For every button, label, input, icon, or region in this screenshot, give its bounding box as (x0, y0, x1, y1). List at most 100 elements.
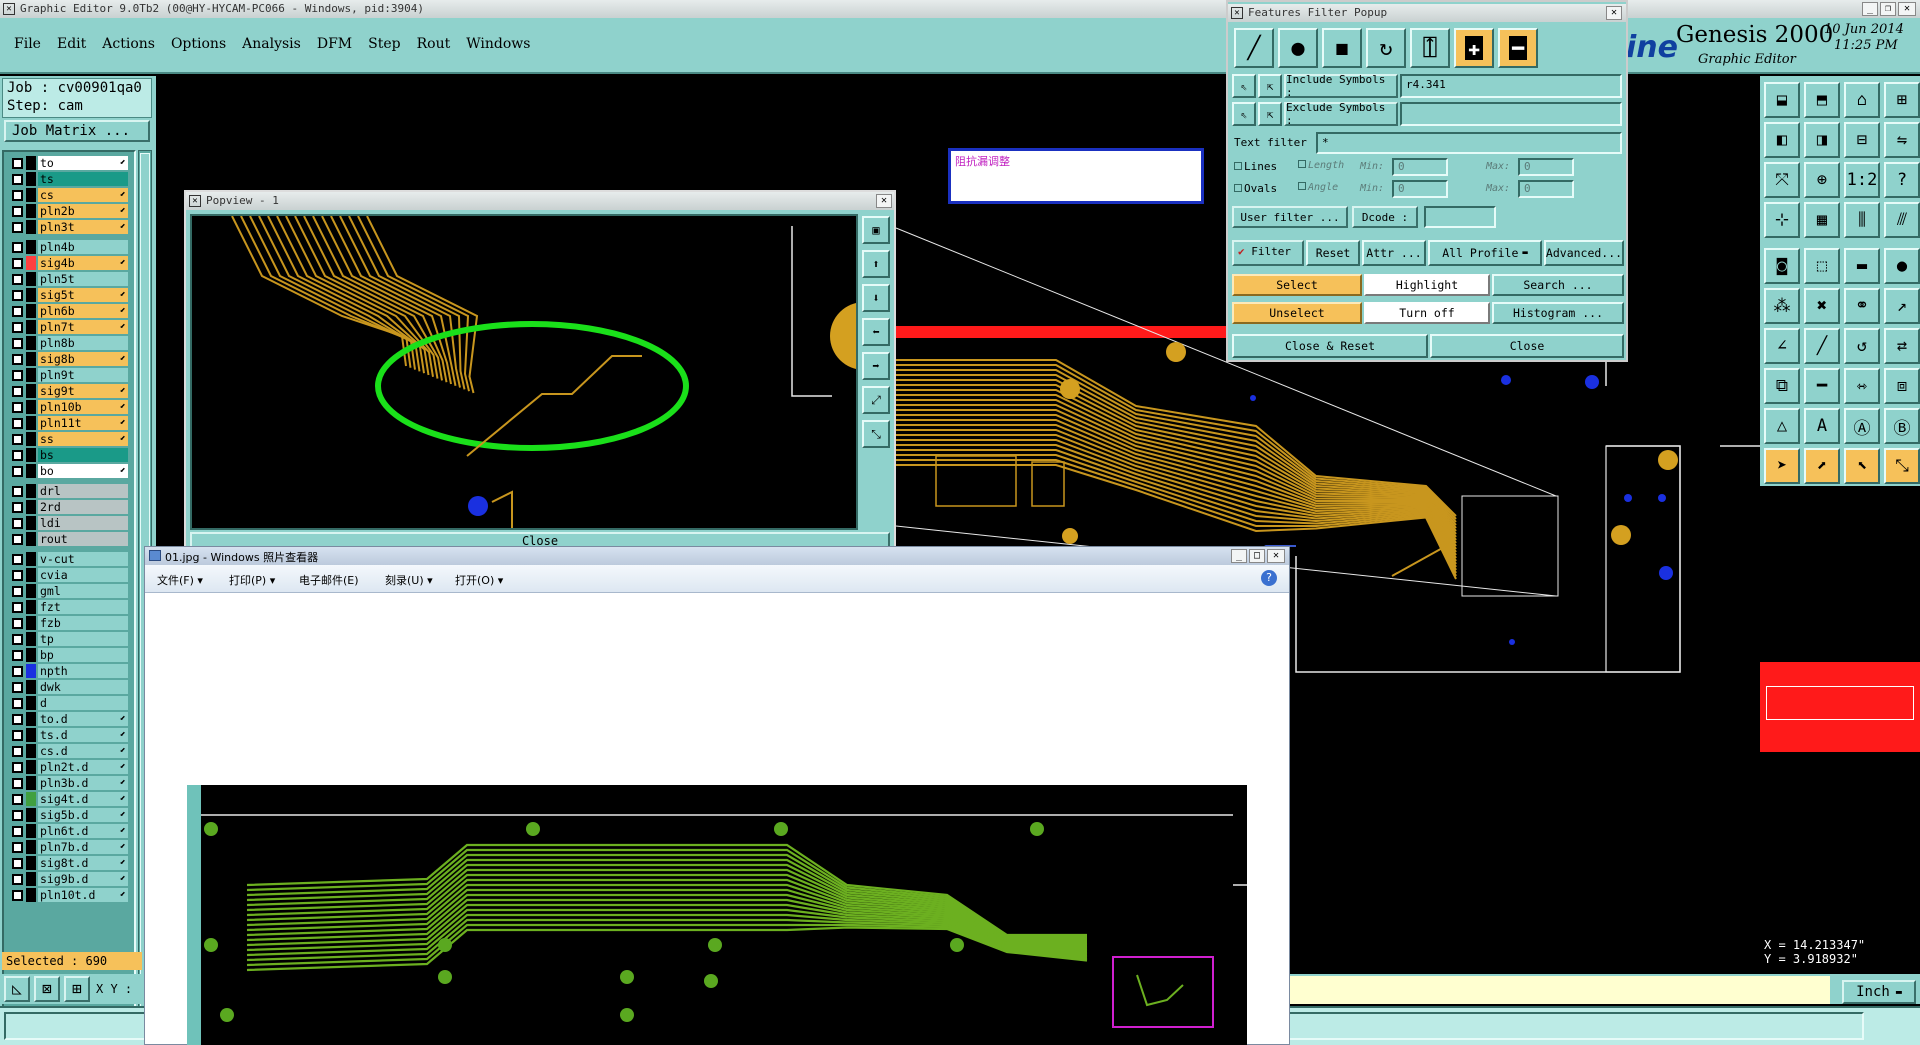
pv-pan-down-icon[interactable]: ⬇ (862, 284, 890, 312)
layer-name[interactable]: ts (38, 172, 128, 186)
layer-checkbox[interactable] (12, 698, 23, 709)
layer-name[interactable]: sig5b.d (38, 808, 128, 822)
menu-step[interactable]: Step (368, 36, 400, 52)
layer-checkbox[interactable] (12, 730, 23, 741)
text-c-icon[interactable]: Ⓑ (1884, 408, 1920, 444)
link-icon[interactable]: ⚭ (1844, 288, 1880, 324)
layer-row[interactable]: bp (10, 648, 128, 662)
pv-pan-up-icon[interactable]: ⬆ (862, 250, 890, 278)
units-dropdown[interactable]: Inch ▬ (1842, 980, 1916, 1004)
ovals-checkbox[interactable]: Ovals (1234, 182, 1277, 195)
pv-menu-open[interactable]: 打开(O) ▾ (455, 572, 503, 588)
text-b-icon[interactable]: Ⓐ (1844, 408, 1880, 444)
lines-checkbox[interactable]: Lines (1234, 160, 1277, 173)
layer-row[interactable]: gml (10, 584, 128, 598)
layer-name[interactable]: pln6t.d (38, 824, 128, 838)
layer-checkbox[interactable] (12, 402, 23, 413)
layer-checkbox[interactable] (12, 826, 23, 837)
layer-row[interactable]: dwk (10, 680, 128, 694)
pv-zoom-in-icon[interactable]: ⤢ (862, 386, 890, 414)
layer-name[interactable]: ts.d (38, 728, 128, 742)
layer-checkbox[interactable] (12, 650, 23, 661)
layer-checkbox[interactable] (12, 534, 23, 545)
resize-icon[interactable]: ⇿ (1844, 368, 1880, 404)
layer-name[interactable]: v-cut (38, 552, 128, 566)
highlight-button[interactable]: Highlight (1364, 274, 1490, 296)
layer-checkbox[interactable] (12, 554, 23, 565)
layer-row[interactable]: pln3b.d ⬋ (10, 776, 128, 790)
pv-pan-left-icon[interactable]: ⬅ (862, 318, 890, 346)
angle-icon[interactable]: ∠ (1764, 328, 1800, 364)
layer-checkbox[interactable] (12, 242, 23, 253)
prev-icon[interactable]: ◧ (1764, 122, 1800, 158)
pv-minimize-icon[interactable]: _ (1231, 549, 1247, 563)
layer-name[interactable]: fzt (38, 600, 128, 614)
layer-checkbox[interactable] (12, 222, 23, 233)
pv-maximize-icon[interactable]: □ (1249, 549, 1265, 563)
fit-icon[interactable]: ⤧ (1764, 162, 1800, 198)
layer-row[interactable]: sig4t.d ⬋ (10, 792, 128, 806)
layer-name[interactable]: sig4t.d (38, 792, 128, 806)
copy-icon[interactable]: ⧈ (1884, 368, 1920, 404)
layer-checkbox[interactable] (12, 602, 23, 613)
layer-row[interactable]: d (10, 696, 128, 710)
dot-icon[interactable]: ● (1884, 248, 1920, 284)
layer-row[interactable]: pln2t.d ⬋ (10, 760, 128, 774)
layer-row[interactable]: cs ⬋ (10, 188, 128, 202)
layer-name[interactable]: pln7t (38, 320, 128, 334)
layer-name[interactable]: fzb (38, 616, 128, 630)
layer-checkbox[interactable] (12, 810, 23, 821)
layer-checkbox[interactable] (12, 746, 23, 757)
pv-menu-burn[interactable]: 刻录(U) ▾ (385, 572, 433, 588)
layer-checkbox[interactable] (12, 518, 23, 529)
layer-row[interactable]: pln9t (10, 368, 128, 382)
open-icon[interactable]: ⬓ (1764, 82, 1800, 118)
layer-row[interactable]: to.d ⬋ (10, 712, 128, 726)
layer-checkbox[interactable] (12, 570, 23, 581)
layer-name[interactable]: to.d (38, 712, 128, 726)
layer-name[interactable]: pln4b (38, 240, 128, 254)
job-matrix-button[interactable]: Job Matrix ... (4, 120, 150, 142)
menu-options[interactable]: Options (171, 36, 226, 52)
length-min-input[interactable]: 0 (1392, 158, 1448, 176)
layer-checkbox[interactable] (12, 418, 23, 429)
menu-dfm[interactable]: DFM (317, 36, 352, 52)
layer-row[interactable]: pln6b ⬋ (10, 304, 128, 318)
pointer-drag-icon[interactable]: ⤡ (1884, 448, 1920, 484)
attr-button[interactable]: Attr ... (1362, 240, 1426, 266)
layer-name[interactable]: pln11t (38, 416, 128, 430)
undo-icon[interactable]: ↺ (1844, 328, 1880, 364)
layer-checkbox[interactable] (12, 338, 23, 349)
layer-checkbox[interactable] (12, 634, 23, 645)
pv-close-icon[interactable]: ✕ (1267, 549, 1285, 563)
exclude-clear-icon[interactable]: ⇱ (1258, 102, 1282, 126)
layer-name[interactable]: 2rd (38, 500, 128, 514)
layer-name[interactable]: bo (38, 464, 128, 478)
tool-zoom-icon[interactable]: ◺ (4, 976, 30, 1002)
layer-checkbox[interactable] (12, 874, 23, 885)
layer-row[interactable]: pln2b ⬋ (10, 204, 128, 218)
save-icon[interactable]: ⬒ (1804, 82, 1840, 118)
layer-row[interactable]: pln10t.d ⬋ (10, 888, 128, 902)
layer-row[interactable]: sig4b ⬋ (10, 256, 128, 270)
snap-icon[interactable]: ⊹ (1764, 202, 1800, 238)
layer-checkbox[interactable] (12, 714, 23, 725)
layer-row[interactable]: npth (10, 664, 128, 678)
layer-row[interactable]: sig8t.d ⬋ (10, 856, 128, 870)
layer-row[interactable]: pln4b (10, 240, 128, 254)
polarity-negative-icon[interactable]: ━ (1498, 28, 1538, 68)
pv-zoom-window-icon[interactable]: ▣ (862, 216, 890, 244)
popview-close-icon[interactable]: ✕ (876, 194, 892, 208)
length-max-input[interactable]: 0 (1518, 158, 1574, 176)
layer-name[interactable]: npth (38, 664, 128, 678)
layer-checkbox[interactable] (12, 682, 23, 693)
text-a-icon[interactable]: A (1804, 408, 1840, 444)
tool-measure-icon[interactable]: ⊠ (34, 976, 60, 1002)
layer-checkbox[interactable] (12, 206, 23, 217)
layer-row[interactable]: pln7b.d ⬋ (10, 840, 128, 854)
layer-name[interactable]: ss (38, 432, 128, 446)
exclude-symbols-label[interactable]: Exclude Symbols : (1284, 101, 1398, 127)
layer-row[interactable]: ss ⬋ (10, 432, 128, 446)
pv-menu-email[interactable]: 电子邮件(E) (299, 572, 359, 588)
pointer-select-icon[interactable]: ⬉ (1844, 448, 1880, 484)
